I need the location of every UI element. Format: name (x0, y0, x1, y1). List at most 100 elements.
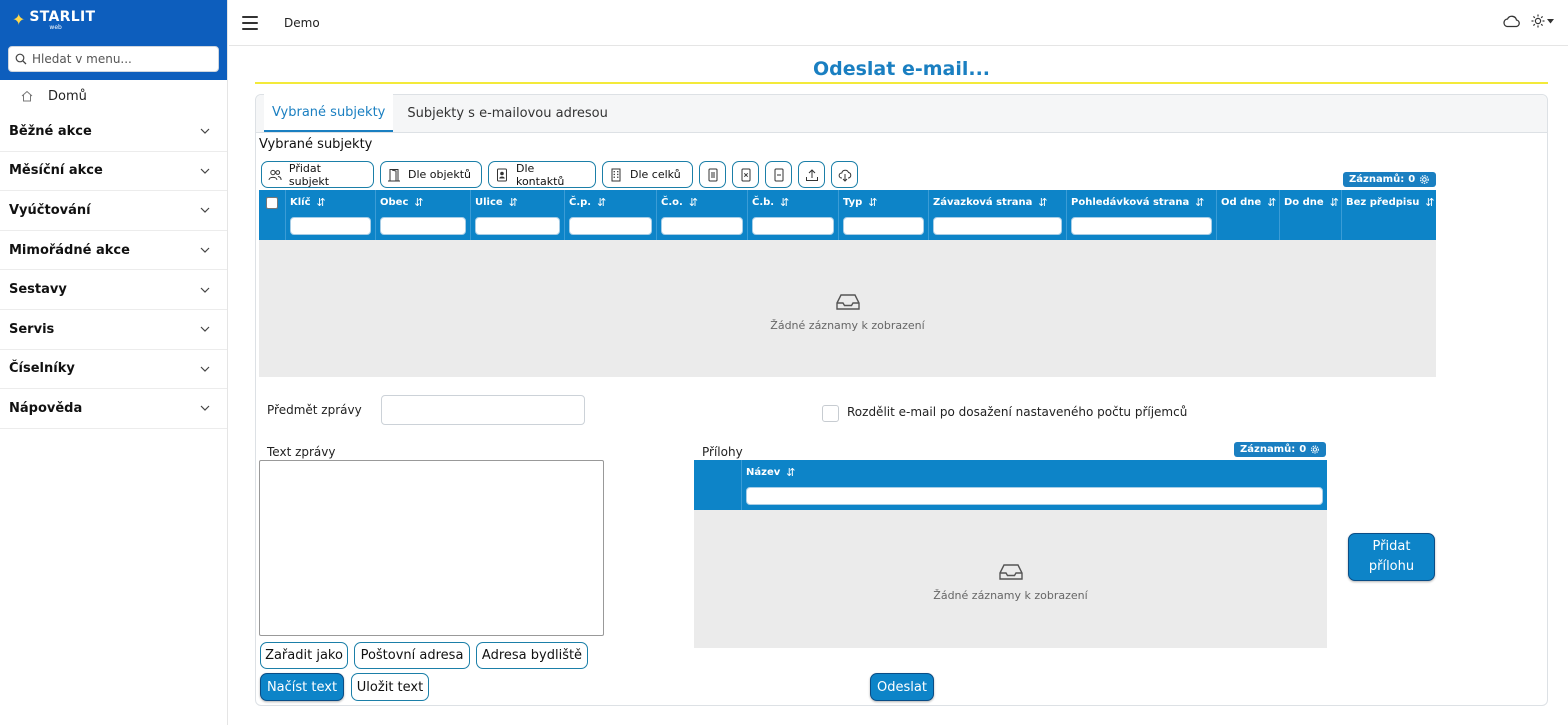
document-list-icon (708, 168, 717, 181)
sidebar-item-mesicni-akce[interactable]: Měsíční akce (0, 152, 227, 192)
sidebar-item-servis[interactable]: Servis (0, 310, 227, 350)
cloud-download-icon (838, 169, 851, 182)
brand-logo[interactable]: ✦ STARLIT web (0, 0, 227, 40)
sort-icon: ⇵ (1329, 195, 1339, 209)
building-icon (611, 168, 621, 181)
gear-icon[interactable] (1310, 444, 1320, 455)
subjects-records-badge: Záznamů: 0 (1343, 172, 1436, 187)
sidebar-item-label: Nápověda (9, 400, 83, 416)
select-all-checkbox[interactable] (266, 197, 278, 209)
column-header-zavazkova-strana[interactable]: Závazková strana ⇵ (929, 190, 1067, 240)
split-email-checkbox[interactable] (822, 405, 839, 422)
filter-input[interactable] (933, 217, 1062, 235)
email-card: Vybrané subjekty Subjekty s e-mailovou a… (255, 94, 1548, 706)
filter-input[interactable] (569, 217, 652, 235)
column-label: Obec (380, 196, 409, 208)
column-header-obec[interactable]: Obec ⇵ (376, 190, 471, 240)
save-text-button[interactable]: Uložit text (351, 673, 429, 701)
subject-input[interactable] (381, 395, 585, 425)
column-header-cb[interactable]: Č.b. ⇵ (748, 190, 839, 240)
top-bar: Demo (229, 0, 1568, 46)
column-header-co[interactable]: Č.o. ⇵ (657, 190, 748, 240)
hamburger-menu-icon[interactable] (242, 15, 258, 30)
filter-input[interactable] (475, 217, 560, 235)
filter-input[interactable] (843, 217, 924, 235)
sort-icon: ⇵ (688, 195, 699, 209)
column-header-od-dne[interactable]: Od dne ⇵ (1217, 190, 1280, 240)
column-header-ulice[interactable]: Ulice ⇵ (471, 190, 565, 240)
upload-button[interactable] (798, 161, 825, 188)
filter-input[interactable] (290, 217, 371, 235)
contact-card-icon (496, 168, 507, 181)
cloud-download-button[interactable] (831, 161, 858, 188)
records-label: Záznamů: (1349, 174, 1405, 185)
chevron-down-icon (200, 247, 210, 253)
theme-toggle[interactable] (1531, 14, 1554, 28)
sort-icon: ⇵ (1267, 195, 1277, 209)
residence-address-button[interactable]: Adresa bydliště (476, 642, 588, 669)
filter-input[interactable] (1071, 217, 1212, 235)
chevron-down-icon (200, 287, 210, 293)
sidebar-item-vyuctovani[interactable]: Vyúčtování (0, 191, 227, 231)
document-minus-button[interactable] (765, 161, 792, 188)
send-button[interactable]: Odeslat (870, 673, 934, 701)
upload-icon (805, 168, 818, 181)
filter-input[interactable] (661, 217, 743, 235)
sort-icon: ⇵ (1038, 195, 1048, 209)
cloud-icon[interactable] (1502, 14, 1521, 28)
column-label: Bez předpisu (1346, 196, 1420, 208)
postal-address-button[interactable]: Poštovní adresa (354, 642, 470, 669)
sun-icon (1531, 14, 1545, 28)
add-subject-button[interactable]: Přidat subjekt (261, 161, 374, 188)
add-subject-label: Přidat subjekt (288, 161, 330, 188)
column-header-nazev[interactable]: Název ⇵ (742, 460, 1327, 510)
sidebar-item-label: Mimořádné akce (9, 242, 130, 258)
filter-input[interactable] (746, 487, 1323, 505)
by-objects-button[interactable]: Dle objektů (380, 161, 482, 188)
caret-down-icon (1547, 18, 1554, 23)
gear-icon[interactable] (1419, 174, 1430, 185)
tab-subjects-with-email[interactable]: Subjekty s e-mailovou adresou (399, 94, 615, 132)
attachments-grid-header: Název ⇵ (694, 460, 1327, 510)
column-header-cp[interactable]: Č.p. ⇵ (565, 190, 657, 240)
sort-icon: ⇵ (316, 195, 326, 209)
column-header-klic[interactable]: Klíč ⇵ (286, 190, 376, 240)
empty-text: Žádné záznamy k zobrazení (770, 319, 925, 332)
sidebar-item-ciselniky[interactable]: Číselníky (0, 350, 227, 390)
sidebar-item-napoveda[interactable]: Nápověda (0, 389, 227, 429)
empty-text: Žádné záznamy k zobrazení (933, 589, 1088, 602)
document-remove-button[interactable] (732, 161, 759, 188)
attachments-label: Přílohy (702, 445, 743, 459)
chevron-down-icon (200, 168, 210, 174)
add-attachment-button[interactable]: Přidat přílohu (1348, 533, 1435, 581)
sort-icon: ⇵ (1425, 195, 1435, 209)
inbox-icon (835, 294, 860, 310)
sidebar-item-label: Číselníky (9, 361, 75, 377)
document-list-button[interactable] (699, 161, 726, 188)
filter-input[interactable] (752, 217, 834, 235)
select-all-column (259, 190, 286, 240)
menu-search-input[interactable] (32, 52, 212, 66)
message-text-area[interactable] (259, 460, 604, 636)
title-underline (255, 82, 1548, 84)
filter-input[interactable] (380, 217, 466, 235)
sidebar-item-mimoradne-akce[interactable]: Mimořádné akce (0, 231, 227, 271)
page-title: Odeslat e-mail... (812, 58, 991, 80)
sort-icon: ⇵ (868, 195, 878, 209)
column-header-pohledavkova-strana[interactable]: Pohledávková strana ⇵ (1067, 190, 1217, 240)
sidebar-item-sestavy[interactable]: Sestavy (0, 270, 227, 310)
insert-as-button[interactable]: Zařadit jako (260, 642, 348, 669)
column-label: Závazková strana (933, 196, 1033, 208)
chevron-down-icon (200, 128, 210, 135)
column-header-typ[interactable]: Typ ⇵ (839, 190, 929, 240)
load-text-button[interactable]: Načíst text (260, 673, 344, 701)
sidebar-item-home[interactable]: Domů (0, 80, 227, 112)
tab-selected-subjects[interactable]: Vybrané subjekty (264, 94, 394, 132)
chevron-down-icon (200, 366, 210, 372)
menu-search (0, 40, 227, 80)
sidebar-item-bezne-akce[interactable]: Běžné akce (0, 112, 227, 152)
column-header-do-dne[interactable]: Do dne ⇵ (1280, 190, 1342, 240)
by-units-button[interactable]: Dle celků (602, 161, 693, 188)
column-header-bez-predpisu[interactable]: Bez předpisu ⇵ (1342, 190, 1436, 240)
by-contacts-button[interactable]: Dle kontaktů (488, 161, 596, 188)
